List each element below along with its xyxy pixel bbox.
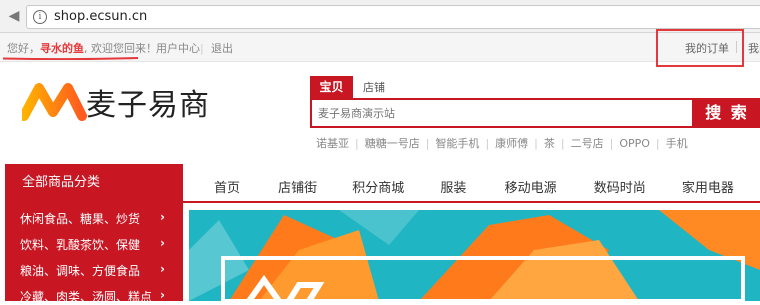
chevron-right-icon: › [160,288,165,302]
hot-search-words: 诺基亚 | 糖糖一号店 | 智能手机 | 康师傅 | 茶 | 二号店 | OPPO | 手机 [310,135,694,151]
chevron-right-icon: › [160,262,165,276]
annotation-highlight-box [656,29,744,67]
username-link[interactable]: 寻水的鱼 [40,42,84,55]
nav-item-points-mall[interactable]: 积分商城 [352,177,436,196]
category-item[interactable]: 休闲食品、糖果、炒货 › [20,210,165,227]
hotword-link[interactable]: 茶 [544,137,555,150]
separator: | [200,42,204,55]
nav-item-shop-street[interactable]: 店铺街 [278,177,348,196]
separator: | [655,137,660,150]
hotword-link[interactable]: 糖糖一号店 [365,137,420,150]
search-box: 搜 索 [310,98,760,128]
search-input[interactable] [314,102,698,124]
annotation-underline [3,57,138,60]
hotword-link[interactable]: 手机 [666,137,688,150]
my-account-link[interactable]: 我的 [748,40,760,56]
separator: | [425,137,430,150]
category-label: 饮料、乳酸茶饮、保健 [20,238,141,252]
nav-divider [183,201,760,203]
info-icon[interactable]: i [33,10,47,24]
nav-item-clothing[interactable]: 服装 [440,177,500,196]
category-item[interactable]: 冷藏、肉类、汤圆、糕点 › [20,288,165,305]
welcome-back-text: , 欢迎您回来！ [84,42,157,55]
nav-item-appliances[interactable]: 家用电器 [682,177,760,196]
separator: | [355,137,359,150]
logout-link[interactable]: 退出 [211,40,233,56]
category-item[interactable]: 粮油、调味、方便食品 › [20,262,165,279]
category-item[interactable]: 饮料、乳酸茶饮、保健 › [20,236,165,253]
all-categories-button[interactable]: 全部商品分类 [5,164,183,202]
category-label: 粮油、调味、方便食品 [20,264,141,278]
hotword-link[interactable]: 智能手机 [435,137,479,150]
hotword-link[interactable]: 二号店 [571,137,604,150]
greeting-text: 您好， [7,42,40,55]
nav-item-home[interactable]: 首页 [214,177,274,196]
promo-banner[interactable] [189,210,760,301]
nav-item-power-bank[interactable]: 移动电源 [505,177,590,196]
user-center-link[interactable]: 用户中心 [156,42,200,55]
category-label: 休闲食品、糖果、炒货 [20,212,141,226]
chevron-right-icon: › [160,210,165,224]
search-tab-shops[interactable]: 店铺 [363,79,385,95]
separator: | [534,137,538,150]
category-list: 休闲食品、糖果、炒货 › 饮料、乳酸茶饮、保健 › 粮油、调味、方便食品 › 冷藏、肉… [5,202,183,304]
back-arrow-icon[interactable]: ◀ [5,7,23,25]
chevron-right-icon: › [160,236,165,250]
logo-text: 麦子易商 [86,88,210,123]
search-button[interactable]: 搜 索 [692,98,760,128]
main-nav: 首页 店铺街 积分商城 服装 移动电源 数码时尚 家用电器 平板 [214,177,760,196]
separator: | [560,137,565,150]
url-field[interactable]: i shop.ecsun.cn [26,5,760,29]
nav-item-digital[interactable]: 数码时尚 [594,177,678,196]
banner-artwork [189,210,760,301]
category-label: 冷藏、肉类、汤圆、糕点 [20,290,153,304]
hotword-link[interactable]: 康师傅 [495,137,528,150]
browser-address-bar: ◀ i shop.ecsun.cn [0,0,760,33]
user-center-link-group: 用户中心| [156,40,204,56]
hotword-link[interactable]: OPPO [619,137,650,150]
separator: | [609,137,614,150]
search-tab-products[interactable]: 宝贝 [310,76,353,98]
hotword-link[interactable]: 诺基亚 [316,137,349,150]
url-text: shop.ecsun.cn [54,9,148,24]
welcome-message: 您好，寻水的鱼, 欢迎您回来！ [7,40,157,56]
separator: | [485,137,490,150]
